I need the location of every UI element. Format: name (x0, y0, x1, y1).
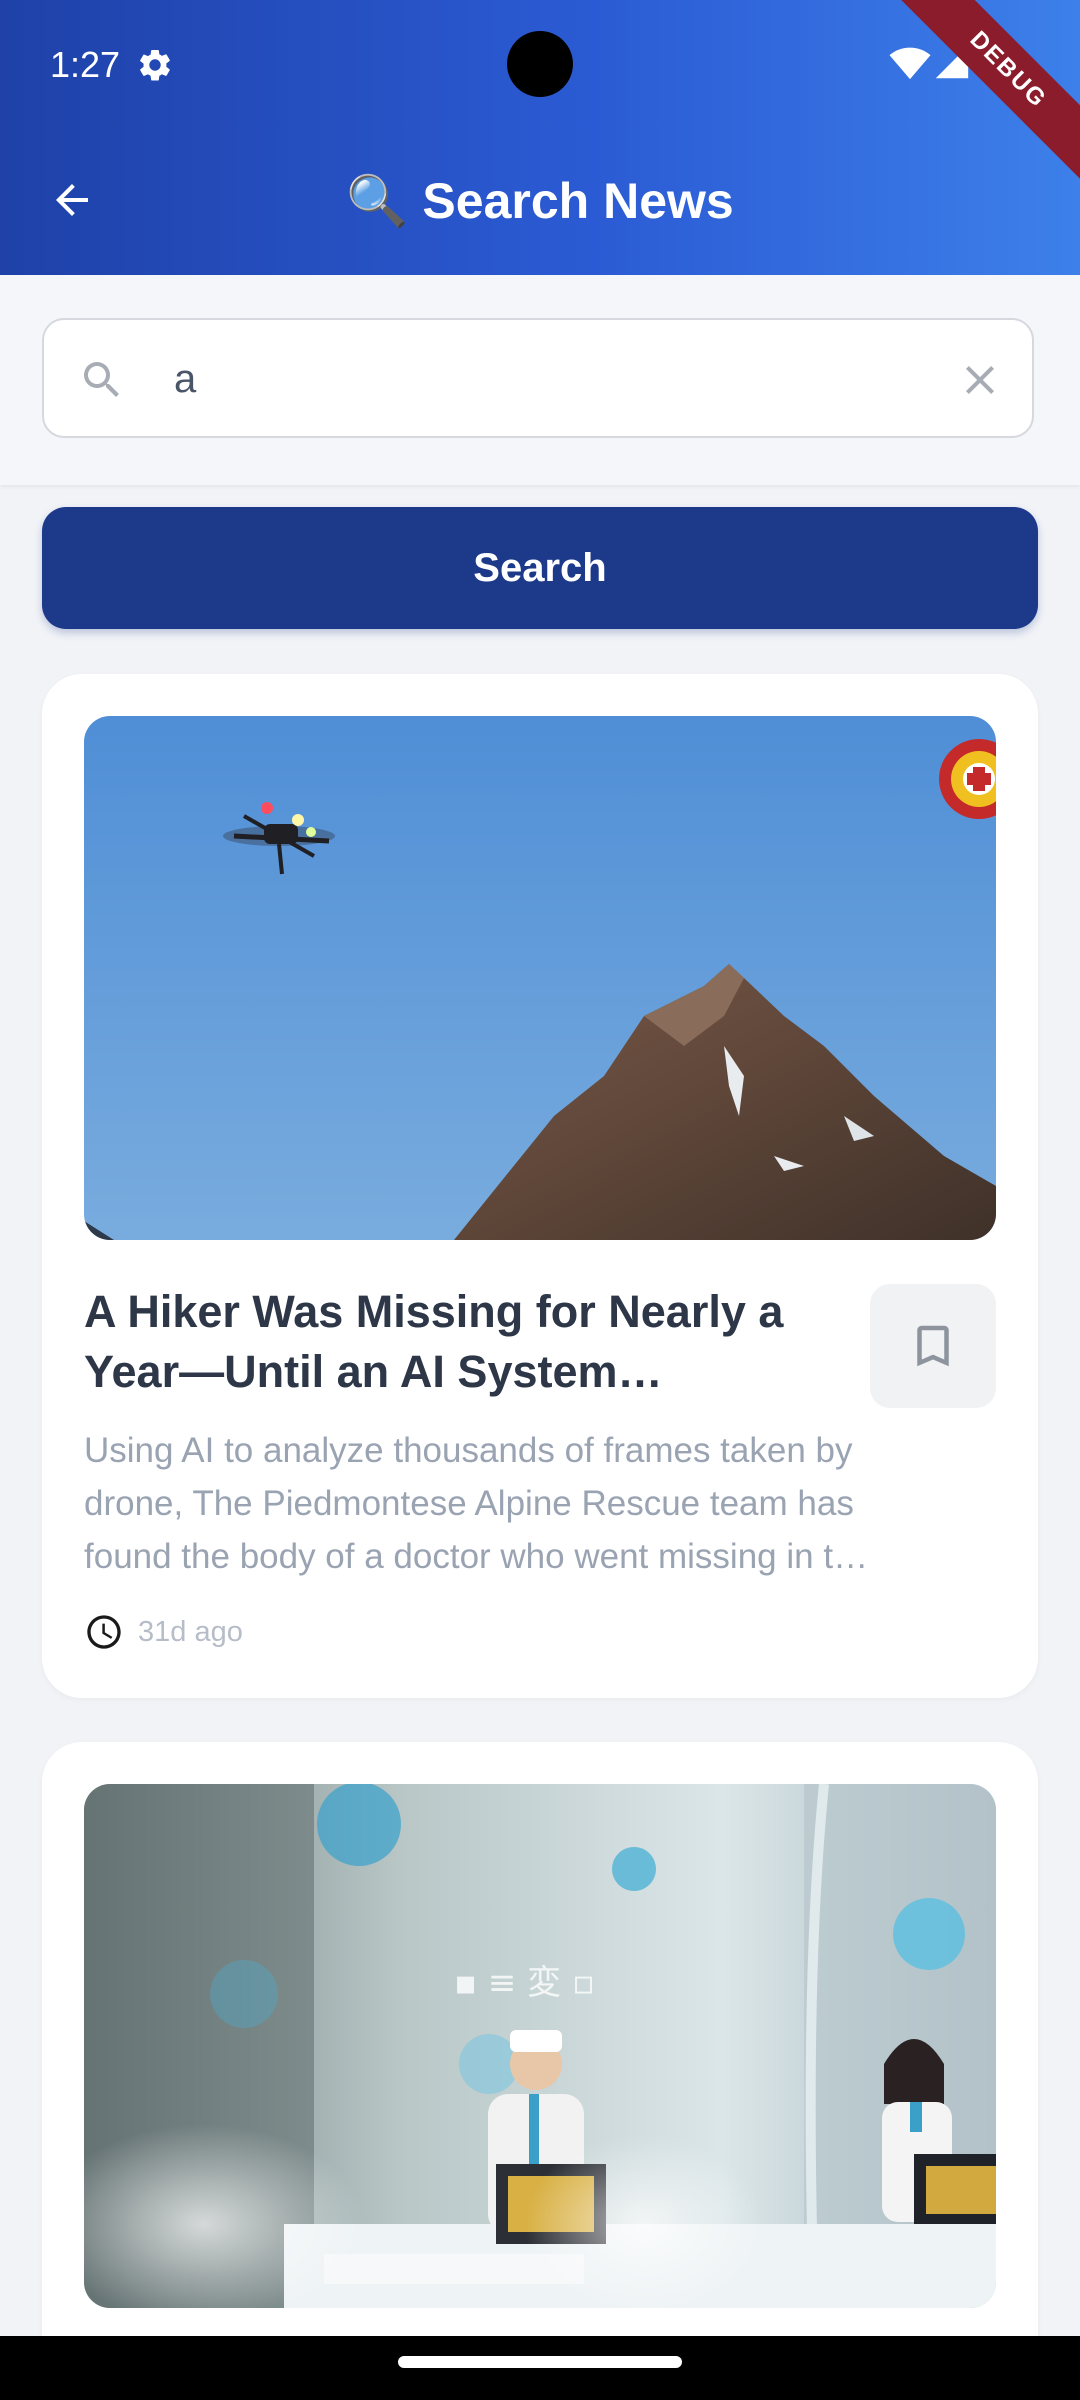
page-title: 🔍 Search News (346, 173, 734, 229)
search-button[interactable]: Search (42, 507, 1038, 629)
svg-text:▪ ≡ 変 ▫: ▪ ≡ 変 ▫ (454, 1963, 595, 2003)
wifi-icon (889, 47, 931, 80)
status-time: 1:27 (50, 44, 121, 85)
article-meta: 31d ago (84, 1612, 243, 1652)
app-header: 1:27 DEBUG 🔍 Search News (0, 0, 1080, 275)
home-indicator[interactable] (398, 2356, 682, 2368)
article-description: Using AI to analyze thousands of frames … (84, 1431, 872, 1576)
search-bar-section (0, 275, 1080, 485)
news-card[interactable]: ▪ ≡ 変 ▫ (42, 1742, 1038, 2400)
clear-search-button[interactable] (952, 352, 1008, 408)
search-icon (84, 362, 119, 397)
gear-icon (140, 49, 170, 81)
debug-banner: DEBUG (883, 0, 1080, 195)
robot-receptionists-photo: ▪ ≡ 変 ▫ (84, 1784, 996, 2308)
camera-cutout (507, 31, 573, 97)
article-time: 31d ago (138, 1616, 243, 1648)
system-navigation-bar (0, 2336, 1080, 2400)
drone-over-mountain-photo (84, 716, 996, 1240)
search-field[interactable] (42, 318, 1034, 438)
search-news-screen: 1:27 DEBUG 🔍 Search News a Search A Hike… (0, 0, 1080, 2400)
close-icon (966, 366, 994, 394)
bookmark-button[interactable] (870, 1284, 996, 1408)
clock-icon (87, 1615, 121, 1649)
article-title[interactable]: A Hiker Was Missing for Nearly a Year—Un… (84, 1282, 874, 1402)
search-input[interactable] (174, 340, 954, 418)
news-card[interactable]: A Hiker Was Missing for Nearly a Year—Un… (42, 674, 1038, 1698)
bookmark-outline-icon (917, 1325, 949, 1367)
